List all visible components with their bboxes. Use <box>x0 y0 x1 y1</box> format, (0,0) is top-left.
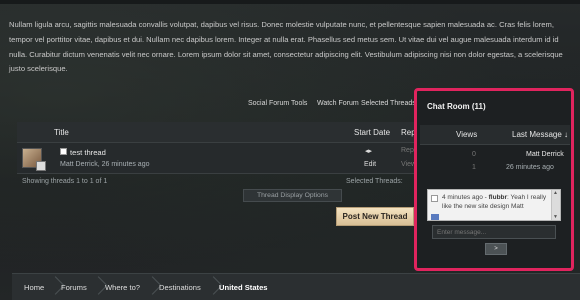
breadcrumb-where-to[interactable]: Where to? <box>105 283 140 292</box>
selected-threads-footer: Selected Threads: <box>346 178 403 185</box>
breadcrumb-separator <box>92 274 102 300</box>
thread-title-link[interactable]: test thread <box>70 148 106 157</box>
smiley-icon <box>431 214 439 220</box>
chat-message: 4 minutes ago - flubbr: Yeah I really li… <box>442 194 547 210</box>
thread-status-icon <box>36 161 46 171</box>
breadcrumb: Home Forums Where to? Destinations Unite… <box>12 273 580 300</box>
breadcrumb-forums[interactable]: Forums <box>61 283 87 292</box>
thread-row[interactable]: test thread Matt Derrick, 26 minutes ago… <box>17 143 426 174</box>
breadcrumb-separator <box>146 274 156 300</box>
chat-message-checkbox[interactable] <box>431 195 438 202</box>
column-title[interactable]: Title <box>54 128 69 137</box>
chat-message-input[interactable] <box>432 225 556 239</box>
chat-send-button[interactable]: > <box>485 243 507 255</box>
breadcrumb-current: United States <box>219 283 268 292</box>
thread-edit-link[interactable]: Edit <box>364 161 376 168</box>
chat-message-user[interactable]: flubbr <box>489 194 507 201</box>
last-message-time: 26 minutes ago <box>506 164 554 171</box>
scroll-down-icon[interactable]: ▼ <box>553 214 558 220</box>
showing-threads-text: Showing threads 1 to 1 of 1 <box>22 178 108 185</box>
chat-messages-box[interactable]: 4 minutes ago - flubbr: Yeah I really li… <box>427 189 561 221</box>
replies-count: 0 <box>472 151 476 158</box>
chat-room-title: Chat Room (11) <box>427 102 486 111</box>
breadcrumb-separator <box>49 274 59 300</box>
scroll-up-icon[interactable]: ▲ <box>553 190 558 196</box>
chat-scrollbar[interactable]: ▲ ▼ <box>551 190 560 220</box>
chat-room-panel: Chat Room (11) Views Last Message ↓ 0 1 … <box>414 88 574 271</box>
breadcrumb-destinations[interactable]: Destinations <box>159 283 201 292</box>
thread-list-header: Title Start Date Replies <box>17 122 428 143</box>
chat-columns-header: Views Last Message ↓ <box>420 125 570 145</box>
post-new-thread-button[interactable]: Post New Thread <box>336 207 414 226</box>
intro-paragraph: Nullam ligula arcu, sagittis malesuada c… <box>9 20 563 74</box>
thread-display-options-button[interactable]: Thread Display Options <box>243 189 342 202</box>
thread-author-line[interactable]: Matt Derrick, 26 minutes ago <box>60 161 149 168</box>
thread-nav-arrows[interactable]: ◂▸ <box>365 147 372 155</box>
column-start-date[interactable]: Start Date <box>354 128 390 137</box>
column-views[interactable]: Views <box>456 130 477 139</box>
breadcrumb-home[interactable]: Home <box>24 283 44 292</box>
views-count: 1 <box>472 164 476 171</box>
breadcrumb-separator <box>207 274 217 300</box>
top-strip <box>0 0 580 4</box>
last-message-user[interactable]: Matt Derrick <box>526 151 564 158</box>
selected-threads-label: Selected Threads: <box>361 100 418 107</box>
thread-stats: 0 1 Matt Derrick 26 minutes ago <box>420 149 570 177</box>
thread-select-checkbox[interactable] <box>60 148 67 155</box>
social-forum-tools-link[interactable]: Social Forum Tools <box>248 100 307 112</box>
column-last-message[interactable]: Last Message ↓ <box>512 130 568 139</box>
watch-forum-link[interactable]: Watch Forum <box>317 100 359 112</box>
chat-message-time: 4 minutes ago <box>442 194 483 201</box>
